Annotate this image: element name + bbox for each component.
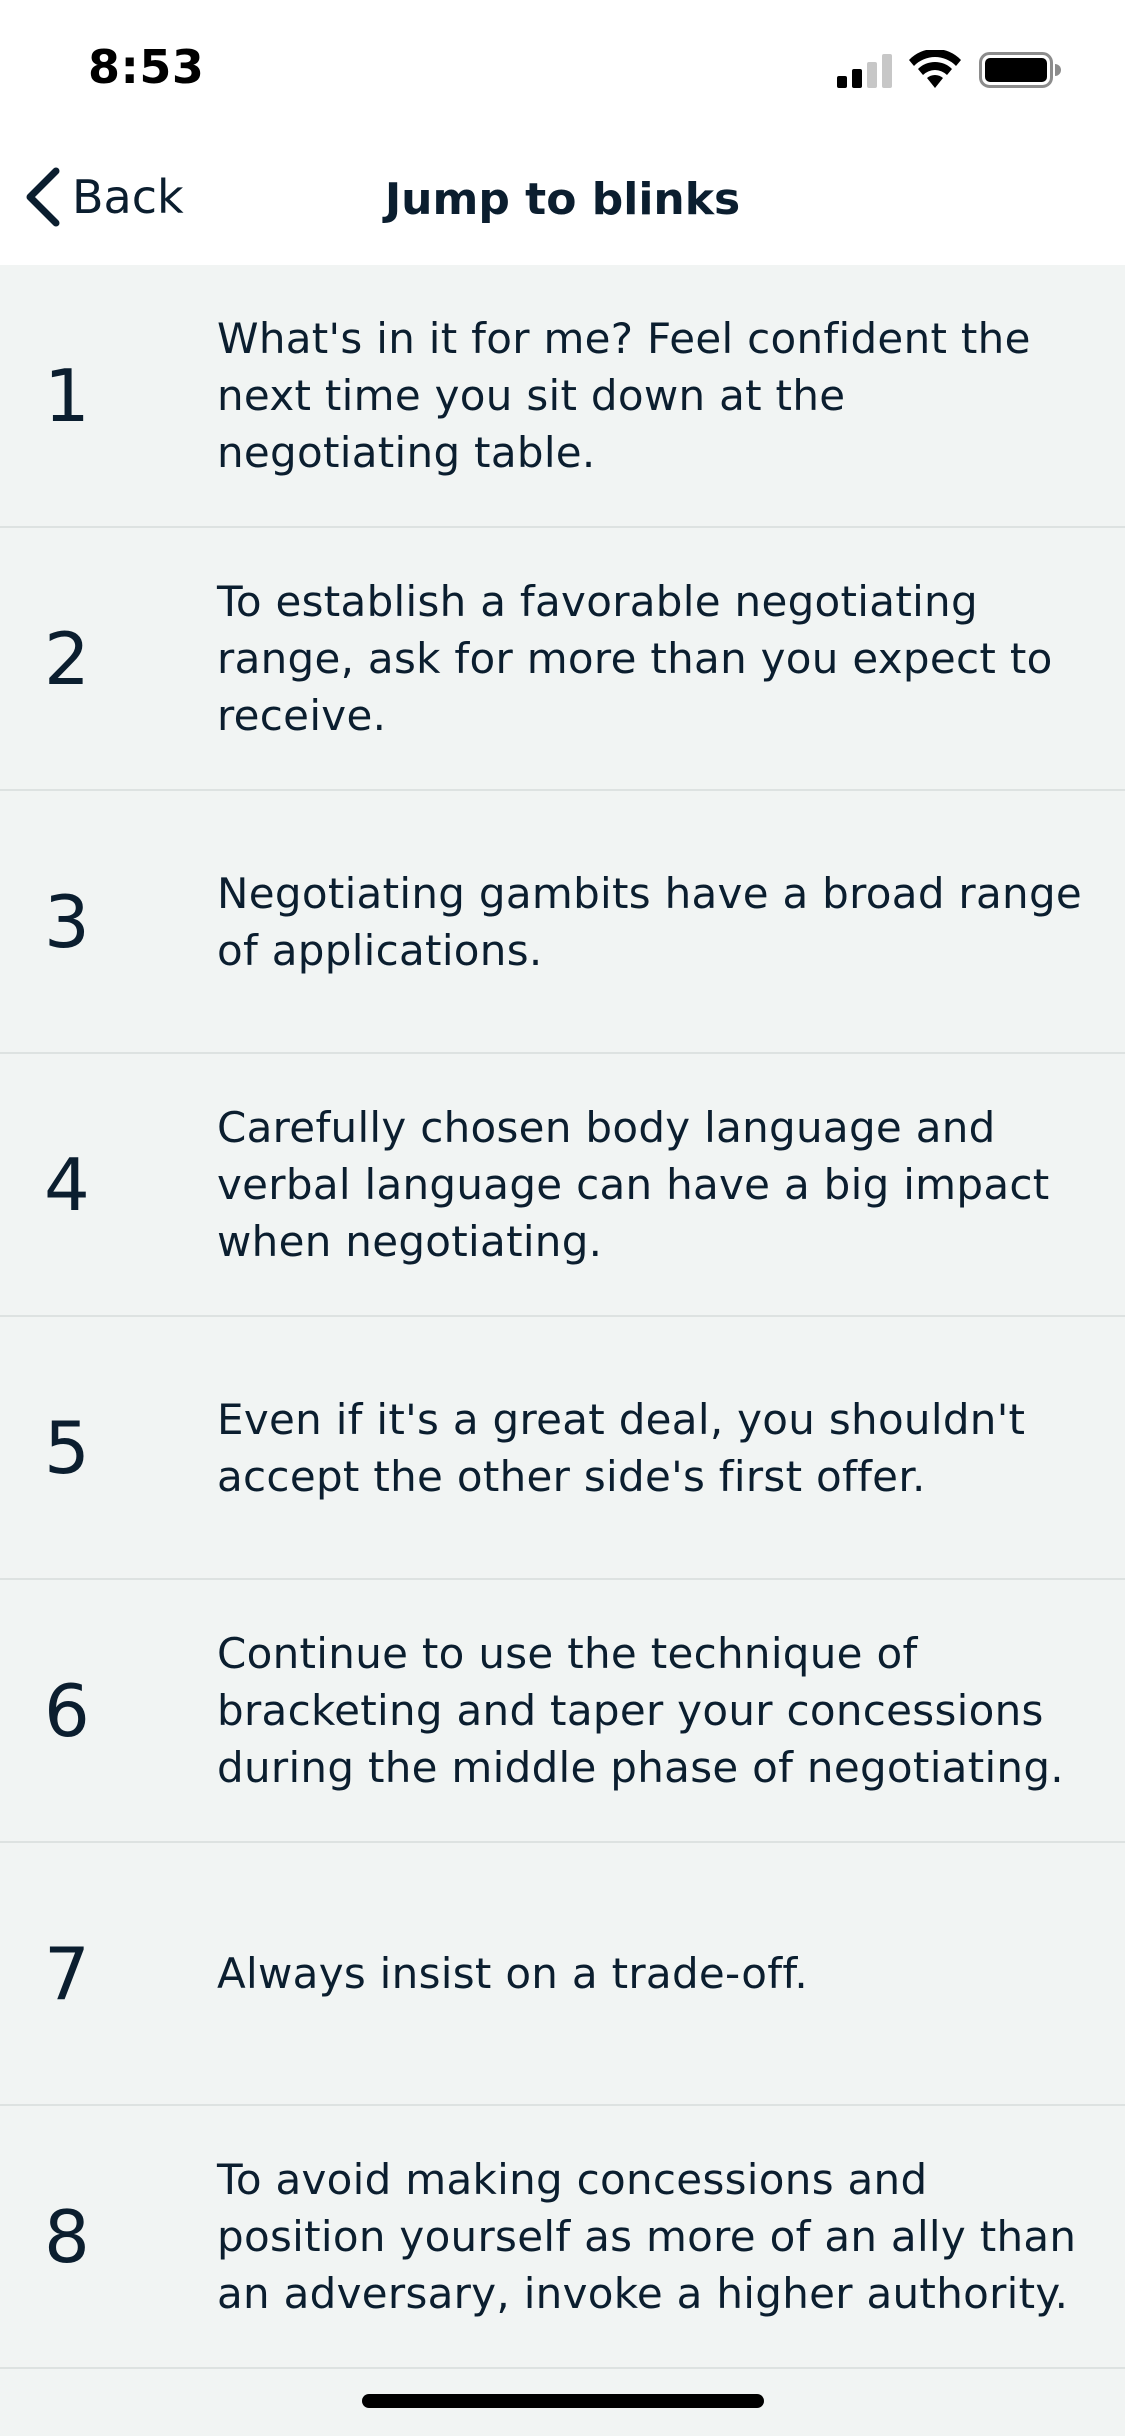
blink-number: 5 [44,1405,90,1490]
blink-item-1[interactable]: 1 What's in it for me? Feel confident th… [0,265,1125,528]
blink-title: Negotiating gambits have a broad range o… [217,868,1083,975]
blink-item-7[interactable]: 7 Always insist on a trade-off. [0,1843,1125,2106]
blink-number: 2 [44,616,90,701]
blink-number: 4 [44,1142,90,1227]
wifi-icon [909,50,961,88]
blink-title: To establish a favorable negotiating ran… [217,577,1053,740]
blink-item-4[interactable]: 4 Carefully chosen body language and ver… [0,1054,1125,1317]
blink-number: 1 [44,353,90,438]
blink-item-8[interactable]: 8 To avoid making concessions and positi… [0,2106,1125,2369]
home-indicator[interactable] [362,2394,764,2408]
blink-title: Always insist on a trade-off. [217,1949,809,1998]
battery-icon [979,52,1061,88]
blink-item-6[interactable]: 6 Continue to use the technique of brack… [0,1580,1125,1843]
blink-title: What's in it for me? Feel confident the … [217,314,1031,477]
blink-number: 3 [44,879,90,964]
blink-title: To avoid making concessions and position… [217,2155,1077,2318]
blink-title: Continue to use the technique of bracket… [217,1629,1064,1792]
status-time: 8:53 [88,40,205,94]
blink-number: 7 [44,1931,90,2016]
status-bar: 8:53 [0,0,1125,132]
signal-icon [837,54,892,88]
blink-title: Even if it's a great deal, you shouldn't… [217,1394,1026,1501]
blink-number: 6 [44,1668,90,1753]
blink-item-2[interactable]: 2 To establish a favorable negotiating r… [0,528,1125,791]
blink-number: 8 [44,2194,90,2279]
page-title: Jump to blinks [384,174,741,225]
navigation-bar: Back Jump to blinks [0,132,1125,265]
blink-item-3[interactable]: 3 Negotiating gambits have a broad range… [0,791,1125,1054]
blink-title: Carefully chosen body language and verba… [217,1103,1050,1266]
blink-item-5[interactable]: 5 Even if it's a great deal, you shouldn… [0,1317,1125,1580]
blinks-list: 1 What's in it for me? Feel confident th… [0,265,1125,2369]
